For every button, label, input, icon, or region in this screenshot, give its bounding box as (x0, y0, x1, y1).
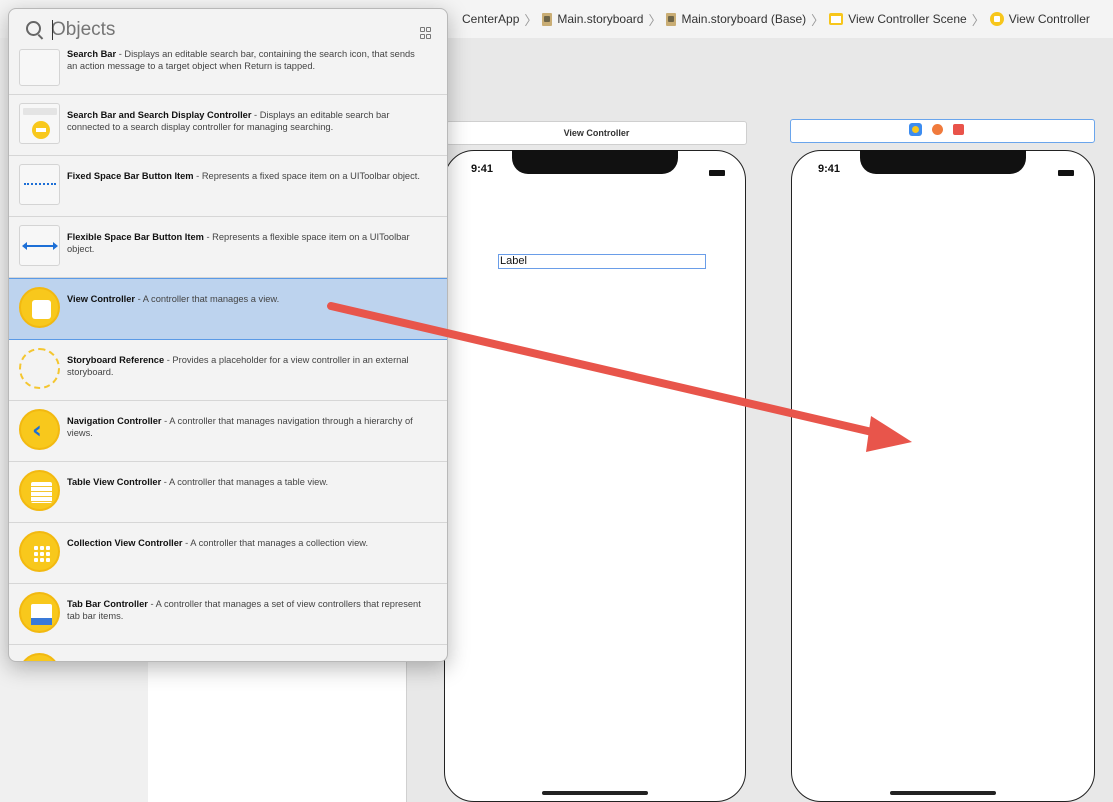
split-view-controller-icon (19, 653, 60, 661)
item-description: - A controller that manages a table view… (161, 477, 329, 487)
status-bar-time: 9:41 (818, 163, 841, 175)
list-item[interactable]: Search Bar and Search Display Controller… (9, 95, 447, 156)
collection-view-controller-icon (19, 531, 60, 572)
scene-dock-icons (909, 123, 964, 136)
item-title: Tab Bar Controller (67, 599, 148, 609)
status-bar-time: 9:41 (471, 163, 494, 175)
item-description: - A controller that manages a collection… (182, 538, 369, 548)
storyboard-file-icon (666, 12, 677, 26)
label-element[interactable]: Label (498, 254, 706, 269)
item-title: Search Bar and Search Display Controller (67, 110, 252, 120)
item-title: View Controller (67, 294, 136, 304)
chevron-right-icon: 〉 (971, 12, 985, 28)
chevron-right-icon: 〉 (811, 12, 825, 28)
list-item[interactable]: Flexible Space Bar Button Item - Represe… (9, 217, 447, 278)
list-item[interactable]: Search Bar - Displays an editable search… (9, 49, 447, 95)
table-view-controller-icon (19, 470, 60, 511)
item-description: - A controller that manages a view. (135, 294, 280, 304)
exit-icon[interactable] (953, 124, 964, 135)
view-controller-dock-icon[interactable] (909, 123, 922, 136)
grid-view-icon[interactable] (420, 27, 431, 39)
item-title: Collection View Controller (67, 538, 183, 548)
breadcrumb-item-storyboard[interactable]: Main.storyboard (557, 12, 643, 26)
list-item[interactable]: Collection View Controller - A controlle… (9, 523, 447, 584)
object-library-popover: Search Bar - Displays an editable search… (8, 8, 448, 662)
tab-bar-controller-icon (19, 592, 60, 633)
chevron-right-icon: 〉 (648, 12, 662, 28)
view-controller-scene-2[interactable]: 9:41 (791, 150, 1095, 802)
library-list: Search Bar - Displays an editable search… (9, 49, 447, 661)
list-item[interactable]: Tab Bar Controller - A controller that m… (9, 584, 447, 645)
list-item-selected[interactable]: View Controller - A controller that mana… (9, 278, 447, 340)
navigation-controller-icon: ‹ (19, 409, 60, 450)
home-indicator (890, 791, 996, 795)
battery-icon (709, 170, 725, 176)
breadcrumb-item-view-controller[interactable]: View Controller (1009, 12, 1090, 26)
item-description: - Displays an editable search bar, conta… (67, 49, 415, 71)
breadcrumb: CenterApp 〉 Main.storyboard 〉 Main.story… (462, 10, 1090, 28)
list-item[interactable]: Fixed Space Bar Button Item - Represents… (9, 156, 447, 217)
list-item[interactable]: ‹ Navigation Controller - A controller t… (9, 401, 447, 462)
item-title: Flexible Space Bar Button Item (67, 232, 204, 242)
first-responder-icon[interactable] (932, 124, 943, 135)
search-bar-icon (19, 49, 60, 86)
item-title: Storyboard Reference (67, 355, 165, 365)
item-title: Search Bar (67, 49, 117, 59)
battery-icon (1058, 170, 1074, 176)
breadcrumb-item-project[interactable]: CenterApp (462, 12, 519, 26)
list-item[interactable] (9, 645, 447, 661)
breadcrumb-item-scene[interactable]: View Controller Scene (848, 12, 967, 26)
library-search-row (9, 9, 447, 49)
storyboard-file-icon (542, 12, 553, 26)
item-description: - Represents a fixed space item on a UIT… (193, 171, 420, 181)
breadcrumb-item-storyboard-base[interactable]: Main.storyboard (Base) (681, 12, 806, 26)
item-title: Fixed Space Bar Button Item (67, 171, 194, 181)
flexible-space-icon (19, 225, 60, 266)
library-search-input[interactable] (51, 18, 371, 42)
view-controller-scene-1[interactable]: 9:41 Label (444, 150, 746, 802)
home-indicator (542, 791, 648, 795)
chevron-right-icon: 〉 (524, 12, 538, 28)
view-controller-icon (989, 12, 1004, 26)
item-title: Table View Controller (67, 477, 162, 487)
text-caret (52, 20, 53, 40)
item-title: Navigation Controller (67, 416, 162, 426)
search-display-controller-icon (19, 103, 60, 144)
scene-icon (829, 13, 844, 25)
storyboard-reference-icon (19, 348, 60, 389)
device-notch (512, 150, 678, 174)
list-item[interactable]: Table View Controller - A controller tha… (9, 462, 447, 523)
list-item[interactable]: Storyboard Reference - Provides a placeh… (9, 340, 447, 401)
search-icon (26, 21, 41, 36)
scene-title-bar[interactable]: View Controller (446, 121, 747, 145)
view-controller-icon (19, 287, 60, 328)
fixed-space-icon (19, 164, 60, 205)
device-notch (860, 150, 1026, 174)
